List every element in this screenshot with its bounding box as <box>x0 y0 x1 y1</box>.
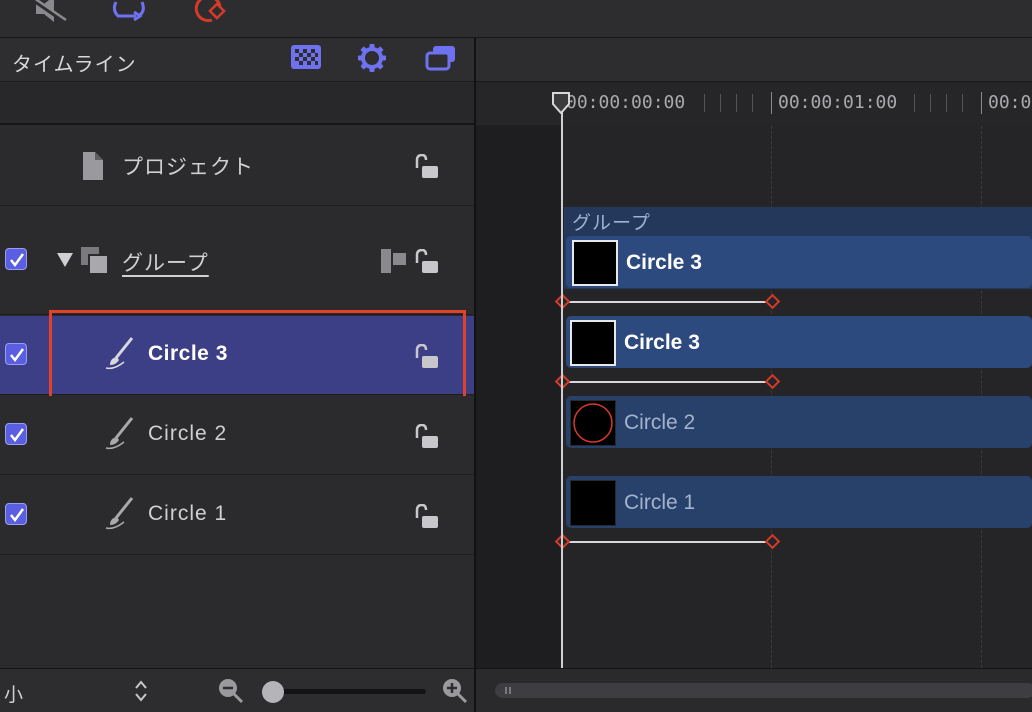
top-toolbar <box>0 0 1032 38</box>
ruler-tick <box>752 94 753 112</box>
layer-label-group: グループ <box>122 252 209 275</box>
thumbnail-size-label[interactable]: 小 <box>4 680 23 707</box>
circle-2-visibility-checkbox[interactable] <box>5 423 27 445</box>
ruler-major-tick <box>981 92 982 114</box>
circle-3-visibility-checkbox[interactable] <box>5 343 27 365</box>
keyframe-curve <box>563 541 773 543</box>
clip-thumbnail <box>572 240 618 286</box>
isolate-icon[interactable] <box>380 248 408 274</box>
zoom-slider-knob[interactable] <box>262 681 284 703</box>
ruler-tick <box>930 94 931 112</box>
zoom-in-icon[interactable] <box>442 678 468 704</box>
timecode-2: 00:0 <box>988 92 1032 113</box>
stacked-windows-icon[interactable] <box>424 44 458 72</box>
loop-icon[interactable] <box>110 0 148 22</box>
circle-1-visibility-checkbox[interactable] <box>5 503 27 525</box>
group-visibility-checkbox[interactable] <box>5 248 27 270</box>
lock-open-icon[interactable] <box>412 154 440 180</box>
ruler-tick <box>704 94 705 112</box>
record-keyframe-icon[interactable] <box>190 0 232 24</box>
group-track-label: グループ <box>572 213 651 234</box>
ruler-tick <box>946 94 947 112</box>
lock-open-icon[interactable] <box>412 504 440 530</box>
timecode-1: 00:00:01:00 <box>778 92 898 113</box>
clip-thumbnail <box>570 320 616 366</box>
checkerboard-icon[interactable] <box>290 44 322 70</box>
layer-list-spacer <box>0 83 474 125</box>
layer-label-project: プロジェクト <box>122 156 254 179</box>
layer-row-circle-1[interactable] <box>0 476 474 555</box>
circle-outline-icon <box>573 403 613 443</box>
horizontal-scrollbar[interactable] <box>495 683 1032 698</box>
disclosure-triangle-icon[interactable] <box>56 252 74 268</box>
ruler-major-tick <box>771 92 772 114</box>
clip-label-circle-3: Circle 3 <box>624 331 700 354</box>
clip-label-circle-1: Circle 1 <box>624 491 696 514</box>
zoom-out-icon[interactable] <box>218 678 244 704</box>
size-stepper-icon[interactable] <box>134 680 148 702</box>
clip-thumbnail <box>570 400 616 446</box>
ruler-tick <box>720 94 721 112</box>
playhead-handle-icon[interactable] <box>552 92 570 114</box>
ruler-tick <box>962 94 963 112</box>
lock-open-icon[interactable] <box>412 249 440 275</box>
clip-thumbnail <box>570 480 616 526</box>
document-icon <box>83 152 103 180</box>
layer-label-circle-2: Circle 2 <box>148 422 228 445</box>
lock-open-icon[interactable] <box>412 424 440 450</box>
ruler-tick <box>914 94 915 112</box>
playhead-line[interactable] <box>561 92 563 668</box>
keyframe-curve <box>563 301 773 303</box>
gear-icon[interactable] <box>357 43 387 73</box>
selection-highlight-box <box>49 310 466 402</box>
group-clip-label: Circle 3 <box>626 251 702 274</box>
mute-icon[interactable] <box>32 0 72 24</box>
timecode-0: 00:00:00:00 <box>566 92 686 113</box>
ruler-tick <box>736 94 737 112</box>
keyframe-curve <box>563 381 773 383</box>
group-stack-icon <box>81 247 109 275</box>
timeline-header <box>476 38 1032 82</box>
paint-brush-icon <box>105 417 134 450</box>
zoom-slider-track[interactable] <box>262 689 426 694</box>
layer-row-circle-2[interactable] <box>0 396 474 475</box>
paint-brush-icon <box>105 497 134 530</box>
layer-label-circle-1: Circle 1 <box>148 502 228 525</box>
panel-title: タイムライン <box>12 54 137 76</box>
timeline-pre-roll <box>476 83 562 668</box>
clip-label-circle-2: Circle 2 <box>624 411 696 434</box>
